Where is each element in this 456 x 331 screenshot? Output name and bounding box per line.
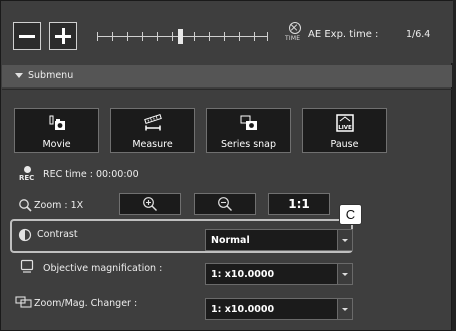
slider-thumb[interactable] [178,29,183,44]
contrast-label: Contrast [37,229,78,240]
zoom-in-button[interactable] [119,193,181,215]
time-icon: TIME [285,22,305,46]
zoom-1to1-button[interactable]: 1:1 [268,193,330,215]
live-icon: LIVE [335,114,354,132]
decrease-button[interactable] [13,22,41,50]
mag-changer-label: Zoom/Mag. Changer : [34,298,138,309]
objective-magnification-value: 1: x10.0000 [211,269,275,280]
svg-text:LIVE: LIVE [338,125,352,131]
zoom-in-icon [143,197,157,211]
ae-exposure-label: AE Exp. time : [308,29,379,40]
movie-button[interactable]: Movie [14,108,99,153]
minus-icon [19,35,35,38]
mag-changer-select[interactable]: 1: x10.0000 [205,298,353,320]
series-camera-icon [240,115,257,130]
mag-changer-value: 1: x10.0000 [211,304,275,315]
submenu-label: Submenu [28,70,74,81]
zoom-label: Zoom : 1X [34,200,84,211]
ruler-icon [143,113,162,131]
contrast-select-value: Normal [211,235,250,246]
ae-exposure-value: 1/6.4 [406,29,431,40]
magnifier-icon [19,199,32,212]
contrast-icon [18,228,32,242]
zoom-out-icon [218,197,232,211]
objective-dropdown-arrow[interactable] [337,264,352,284]
zoom-out-button[interactable] [194,193,256,215]
pause-button-label: Pause [330,139,359,150]
toolbar: TIME AE Exp. time : 1/6.4 [1,1,453,63]
rec-icon-text: REC [19,174,35,182]
mag-changer-icon [15,296,32,308]
increase-button[interactable] [49,22,77,50]
rec-icon: REC [18,166,38,186]
measure-button[interactable]: Measure [110,108,195,153]
collapse-triangle-icon[interactable] [15,73,23,78]
pause-button[interactable]: LIVE Pause [302,108,387,153]
callout-label: C [339,204,362,225]
objective-icon [20,259,34,273]
movie-button-label: Movie [42,139,71,150]
series-snap-button-label: Series snap [220,139,277,150]
control-panel: TIME AE Exp. time : 1/6.4 Submenu Movie [0,0,453,331]
contrast-dropdown-arrow[interactable] [337,230,352,250]
camera-icon [49,115,65,130]
series-snap-button[interactable]: Series snap [206,108,291,153]
zoom-1to1-label: 1:1 [288,197,310,211]
rec-time-label: REC time : 00:00:00 [43,169,139,180]
measure-button-label: Measure [132,139,173,150]
submenu-header[interactable]: Submenu [2,65,452,87]
mag-changer-dropdown-arrow[interactable] [337,299,352,319]
time-icon-text: TIME [285,35,301,42]
objective-magnification-label: Objective magnification : [43,263,163,274]
objective-magnification-select[interactable]: 1: x10.0000 [205,263,353,285]
divider [2,89,452,90]
contrast-select[interactable]: Normal [205,229,353,251]
